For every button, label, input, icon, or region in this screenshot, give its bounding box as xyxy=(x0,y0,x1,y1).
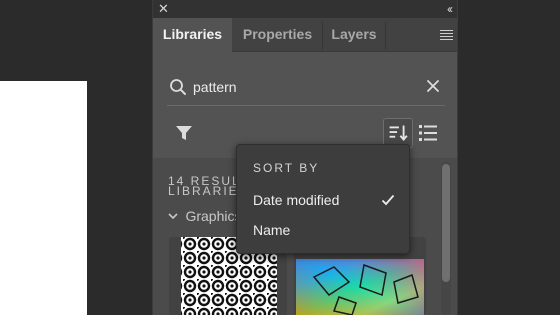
tab-divider xyxy=(385,22,386,50)
close-icon[interactable]: ✕ xyxy=(158,1,169,17)
tab-layers[interactable]: Layers xyxy=(323,18,385,52)
tab-libraries[interactable]: Libraries xyxy=(153,18,232,52)
sort-menu: SORT BY Date modified Name xyxy=(236,144,410,254)
search-bar xyxy=(167,70,445,106)
hamburger-icon[interactable] xyxy=(440,30,453,40)
checkmark-icon xyxy=(381,194,395,206)
sort-menu-heading: SORT BY xyxy=(253,161,320,175)
list-view-icon[interactable] xyxy=(417,122,439,144)
filter-icon[interactable] xyxy=(175,124,193,142)
search-icon xyxy=(170,79,186,95)
sort-option-name[interactable]: Name xyxy=(253,222,290,238)
sort-option-date-modified[interactable]: Date modified xyxy=(253,192,339,208)
group-header[interactable]: Graphics xyxy=(168,207,241,225)
search-input[interactable] xyxy=(193,77,413,97)
scrollbar-thumb[interactable] xyxy=(442,164,450,282)
tab-properties[interactable]: Properties xyxy=(233,18,322,52)
clear-icon[interactable] xyxy=(425,78,441,94)
chevron-down-icon xyxy=(168,213,178,219)
panel-header: ✕ ‹‹ xyxy=(153,0,457,18)
sort-icon xyxy=(389,125,408,141)
document-canvas xyxy=(0,81,87,315)
double-chevron-left-icon[interactable]: ‹‹ xyxy=(447,1,453,17)
panel-tabs: Libraries Properties Layers xyxy=(153,18,457,52)
scrollbar[interactable] xyxy=(441,162,451,315)
group-label: Graphics xyxy=(185,207,242,224)
